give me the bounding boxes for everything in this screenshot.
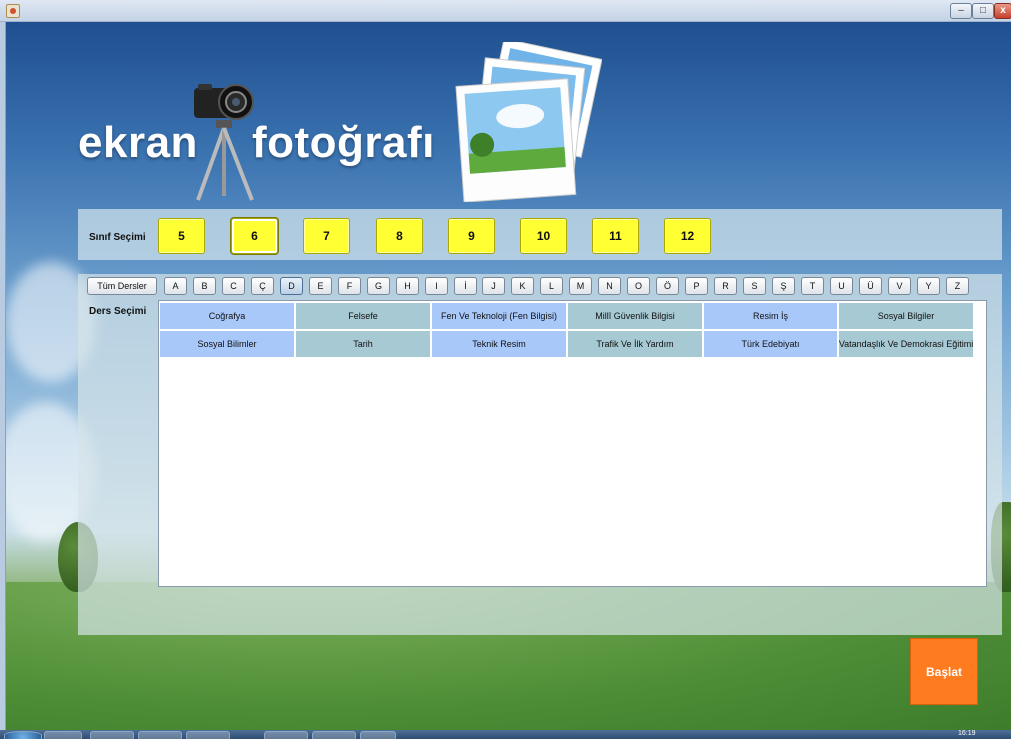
taskbar-item[interactable]	[186, 731, 230, 739]
letter-filter-button-22[interactable]: T	[801, 277, 824, 295]
taskbar-item[interactable]	[44, 731, 82, 739]
grade-button-10[interactable]: 10	[520, 218, 567, 254]
letter-filter-button-6[interactable]: F	[338, 277, 361, 295]
grade-selection-label: Sınıf Seçimi	[89, 232, 146, 243]
letter-filter-button-15[interactable]: N	[598, 277, 621, 295]
java-app-icon	[6, 4, 20, 18]
start-button[interactable]: Başlat	[910, 638, 978, 705]
letter-filter-button-14[interactable]: M	[569, 277, 592, 295]
course-cell[interactable]: Teknik Resim	[432, 331, 567, 358]
letter-filter-button-4[interactable]: D	[280, 277, 303, 295]
course-cell[interactable]: Sosyal Bilgiler	[839, 303, 974, 330]
letter-filter-button-13[interactable]: L	[540, 277, 563, 295]
taskbar-item[interactable]	[138, 731, 182, 739]
letter-filter-button-3[interactable]: Ç	[251, 277, 274, 295]
taskbar-item[interactable]	[90, 731, 134, 739]
grade-button-8[interactable]: 8	[376, 218, 423, 254]
logo-word-ekran: ekran	[78, 118, 198, 167]
letter-filter-button-25[interactable]: V	[888, 277, 911, 295]
letter-filter-button-1[interactable]: B	[193, 277, 216, 295]
maximize-button[interactable]: □	[972, 3, 994, 19]
window-titlebar: – □ x	[0, 0, 1011, 22]
grade-button-5[interactable]: 5	[158, 218, 205, 254]
letter-filter-button-2[interactable]: C	[222, 277, 245, 295]
taskbar-item[interactable]	[360, 731, 396, 739]
course-cell[interactable]: Tarih	[296, 331, 431, 358]
course-cell[interactable]: Resim İş	[704, 303, 838, 330]
photo-stack-icon	[455, 42, 602, 202]
letter-filter-button-27[interactable]: Z	[946, 277, 969, 295]
taskbar-clock: 16:19	[958, 730, 976, 737]
letter-filter-button-26[interactable]: Y	[917, 277, 940, 295]
course-cell[interactable]: Millî Güvenlik Bilgisi	[568, 303, 703, 330]
course-selection-label: Ders Seçimi	[89, 306, 147, 317]
grade-button-12[interactable]: 12	[664, 218, 711, 254]
letter-filter-button-9[interactable]: I	[425, 277, 448, 295]
letter-filter-button-7[interactable]: G	[367, 277, 390, 295]
course-cell[interactable]: Trafik Ve İlk Yardım	[568, 331, 703, 358]
taskbar-item[interactable]	[264, 731, 308, 739]
start-menu-button[interactable]	[4, 731, 42, 739]
course-cell[interactable]: Vatandaşlık Ve Demokrasi Eğitimi	[839, 331, 974, 358]
letter-filter-button-24[interactable]: Ü	[859, 277, 882, 295]
grade-button-7[interactable]: 7	[303, 218, 350, 254]
letter-filter-button-17[interactable]: Ö	[656, 277, 679, 295]
letter-filter-button-16[interactable]: O	[627, 277, 650, 295]
letter-filter-button-8[interactable]: H	[396, 277, 419, 295]
grade-button-11[interactable]: 11	[592, 218, 639, 254]
letter-filter-button-21[interactable]: Ş	[772, 277, 795, 295]
course-cell[interactable]: Fen Ve Teknoloji (Fen Bilgisi)	[432, 303, 567, 330]
grade-button-9[interactable]: 9	[448, 218, 495, 254]
letter-filter-button-18[interactable]: P	[685, 277, 708, 295]
all-courses-button[interactable]: Tüm Dersler	[87, 277, 157, 295]
course-cell[interactable]: Sosyal Bilimler	[160, 331, 295, 358]
letter-filter-button-10[interactable]: İ	[454, 277, 477, 295]
letter-filter-button-19[interactable]: R	[714, 277, 737, 295]
course-cell[interactable]: Coğrafya	[160, 303, 295, 330]
grade-button-6[interactable]: 6	[231, 218, 278, 254]
close-button[interactable]: x	[994, 3, 1011, 19]
letter-filter-button-11[interactable]: J	[482, 277, 505, 295]
minimize-button[interactable]: –	[950, 3, 972, 19]
letter-filter-button-12[interactable]: K	[511, 277, 534, 295]
taskbar-item[interactable]	[312, 731, 356, 739]
course-cell[interactable]: Türk Edebiyatı	[704, 331, 838, 358]
letter-filter-button-5[interactable]: E	[309, 277, 332, 295]
letter-filter-button-0[interactable]: A	[164, 277, 187, 295]
course-cell[interactable]: Felsefe	[296, 303, 431, 330]
letter-filter-button-23[interactable]: U	[830, 277, 853, 295]
letter-filter-button-20[interactable]: S	[743, 277, 766, 295]
logo-word-fotografi: fotoğrafı	[252, 118, 435, 167]
